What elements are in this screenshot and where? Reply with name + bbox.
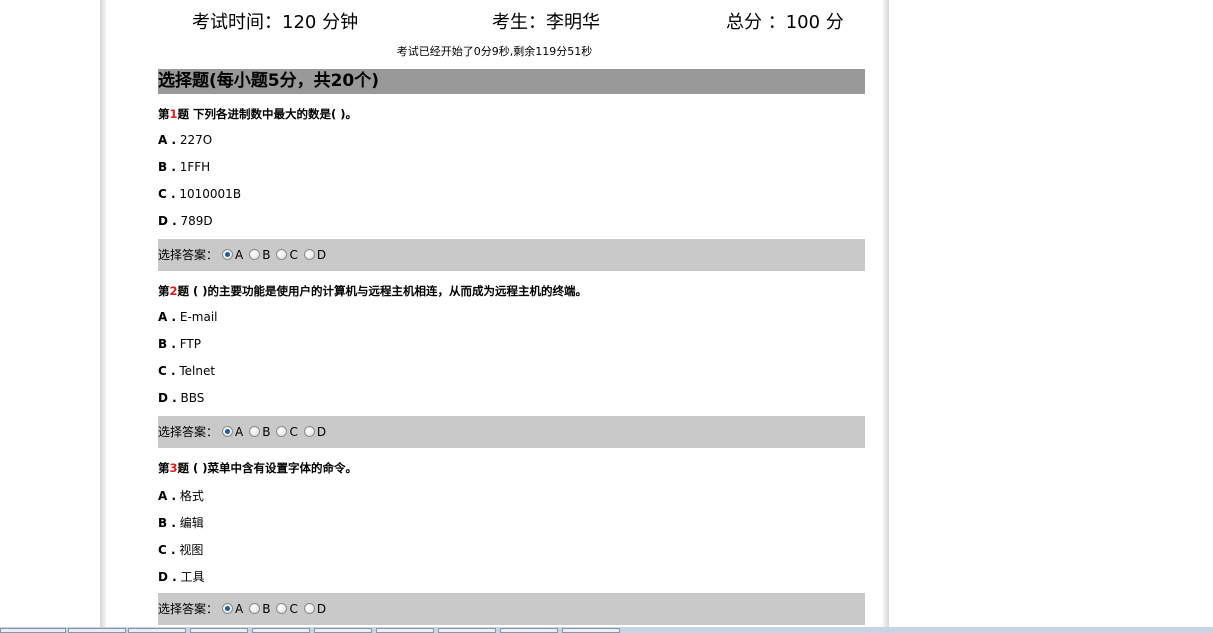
option-letter: B . [158,160,176,174]
taskbar-item[interactable] [500,628,558,633]
radio-label-a[interactable]: A [235,602,243,616]
radio-c[interactable] [276,603,288,614]
question-prefix: 第 [158,461,170,475]
radio-b[interactable] [249,603,261,614]
radio-label-b[interactable]: B [262,425,270,439]
section-title: 选择题(每小题5分，共20个) [158,69,865,94]
option-text: 格式 [179,489,204,503]
radio-label-c[interactable]: C [289,248,297,262]
question-text: 题 ( )的主要功能是使用户的计算机与远程主机相连，从而成为远程主机的终端。 [177,284,588,298]
question-text: 题 ( )菜单中含有设置字体的命令。 [177,461,358,475]
question-prefix: 第 [158,284,170,298]
option-letter: A . [158,489,177,503]
question-text: 题 下列各进制数中最大的数是( )。 [177,107,358,121]
taskbar-item[interactable] [252,628,310,633]
exam-paper: 考试时间：120 分钟 考生：李明华 总分 ：100 分 考试已经开始了0分9秒… [106,0,883,633]
question-2-answer-bar: 选择答案： A B C D [158,416,865,448]
option-letter: C . [158,543,176,557]
radio-a[interactable] [222,603,234,614]
radio-c[interactable] [276,249,288,260]
radio-label-b[interactable]: B [262,248,270,262]
option-letter: D . [158,570,177,584]
exam-header: 考试时间：120 分钟 考生：李明华 总分 ：100 分 [106,8,883,34]
radio-label-c[interactable]: C [289,425,297,439]
question-1-option-a: A . 227O [158,133,212,147]
question-1-option-d: D . 789D [158,214,213,228]
taskbar-item[interactable] [376,628,434,633]
radio-label-a[interactable]: A [235,248,243,262]
question-number: 2 [169,284,178,298]
examinee-name: 考生：李明华 [492,12,600,33]
exam-timer: 考试已经开始了0分9秒,剩余119分51秒 [396,45,593,58]
taskbar-item[interactable] [438,628,496,633]
question-3-option-c: C . 视图 [158,541,203,558]
option-letter: B . [158,516,176,530]
question-prefix: 第 [158,107,170,121]
taskbar-item[interactable] [314,628,372,633]
question-3-option-a: A . 格式 [158,487,204,504]
question-1-option-b: B . 1FFH [158,160,210,174]
option-letter: D . [158,214,177,228]
radio-b[interactable] [249,249,261,260]
option-text: BBS [180,391,205,405]
option-text: 工具 [180,570,205,584]
answer-label: 选择答案： [158,425,219,439]
question-2-option-b: B . FTP [158,337,201,351]
option-letter: A . [158,133,177,147]
option-text: FTP [179,337,201,351]
option-text: Telnet [179,364,216,378]
taskbar-item[interactable] [128,628,186,633]
option-text: 视图 [179,543,204,557]
question-1-title: 第1题 下列各进制数中最大的数是( )。 [158,106,357,122]
question-3-title: 第3题 ( )菜单中含有设置字体的命令。 [158,460,357,476]
option-letter: B . [158,337,176,351]
option-text: E-mail [179,310,218,324]
question-2-option-c: C . Telnet [158,364,215,378]
option-text: 789D [180,214,213,228]
question-number: 1 [169,107,178,121]
option-letter: C . [158,187,176,201]
radio-b[interactable] [249,426,261,437]
radio-label-d[interactable]: D [317,425,326,439]
option-text: 1010001B [179,187,242,201]
taskbar-item[interactable] [190,628,248,633]
radio-d[interactable] [303,603,315,614]
question-2-title: 第2题 ( )的主要功能是使用户的计算机与远程主机相连，从而成为远程主机的终端。 [158,283,587,299]
exam-time: 考试时间：120 分钟 [192,12,359,33]
question-3-answer-bar: 选择答案： A B C D [158,593,865,625]
answer-label: 选择答案： [158,602,219,616]
question-1-answer-bar: 选择答案： A B C D [158,239,865,271]
taskbar-start-button[interactable] [0,628,66,633]
option-letter: A . [158,310,177,324]
radio-a[interactable] [222,249,234,260]
radio-label-b[interactable]: B [262,602,270,616]
page-shadow-right [883,0,889,633]
question-1-option-c: C . 1010001B [158,187,241,201]
question-number: 3 [169,461,178,475]
radio-d[interactable] [303,249,315,260]
option-letter: C . [158,364,176,378]
radio-a[interactable] [222,426,234,437]
radio-label-d[interactable]: D [317,248,326,262]
question-3-option-b: B . 编辑 [158,514,204,531]
option-text: 编辑 [179,516,204,530]
radio-label-c[interactable]: C [289,602,297,616]
radio-d[interactable] [303,426,315,437]
radio-label-d[interactable]: D [317,602,326,616]
option-text: 227O [179,133,213,147]
total-score: 总分 ：100 分 [726,12,844,33]
option-text: 1FFH [179,160,211,174]
question-3-option-d: D . 工具 [158,568,205,585]
taskbar-item[interactable] [68,628,126,633]
question-2-option-d: D . BBS [158,391,204,405]
radio-label-a[interactable]: A [235,425,243,439]
question-2-option-a: A . E-mail [158,310,217,324]
option-letter: D . [158,391,177,405]
answer-label: 选择答案： [158,248,219,262]
taskbar-item[interactable] [562,628,620,633]
radio-c[interactable] [276,426,288,437]
